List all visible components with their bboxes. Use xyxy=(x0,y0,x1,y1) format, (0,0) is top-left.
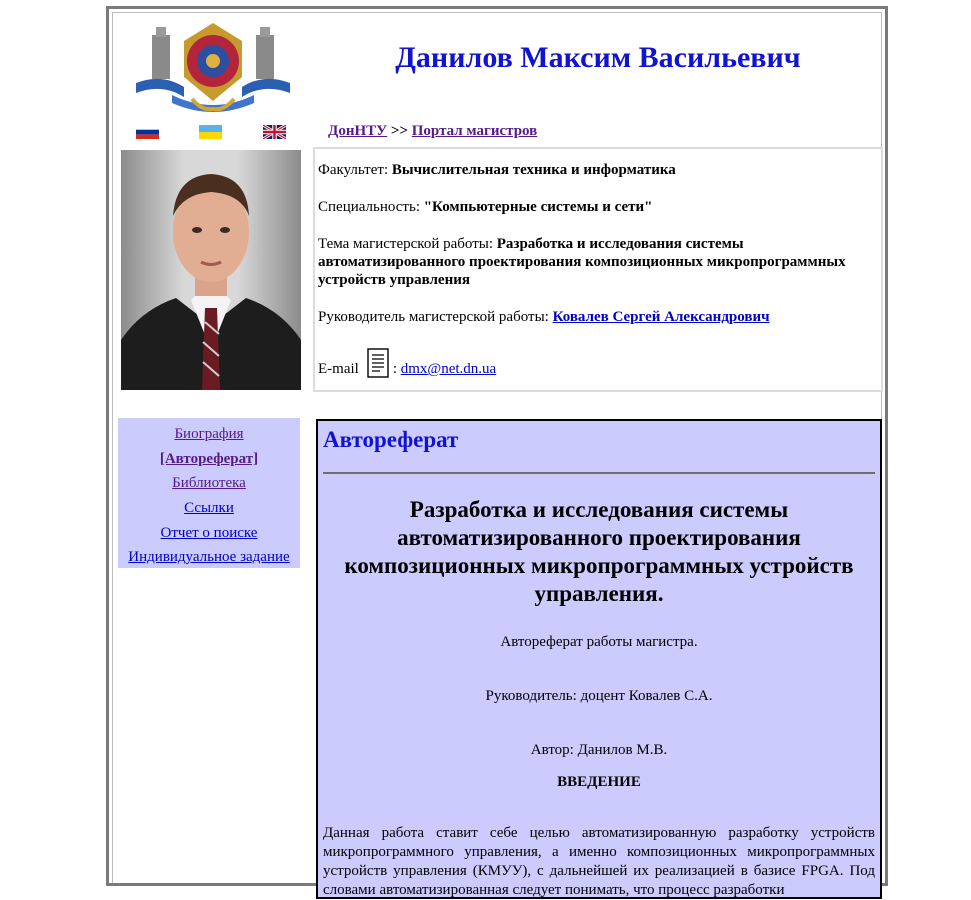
abstract-title: Разработка и исследования системы автома… xyxy=(344,497,854,606)
abstract-supervisor: Руководитель: доцент Ковалев С.А. xyxy=(485,688,713,704)
supervisor-link[interactable]: Ковалев Сергей Александрович xyxy=(553,309,770,325)
abstract-heading: Автореферат xyxy=(323,427,459,452)
specialty-value: "Компьютерные системы и сети" xyxy=(423,199,653,215)
sidebar-nav: Биография [Автореферат] Библиотека Ссылк… xyxy=(118,418,300,568)
nav-biography-link[interactable]: Биография xyxy=(174,426,243,442)
abstract-author: Автор: Данилов М.В. xyxy=(530,742,668,758)
page-inner-frame: Данилов Максим Васильевич ДонНТУ >> Порт… xyxy=(112,12,883,899)
abstract-note: Автореферат работы магистра. xyxy=(500,634,698,650)
page-frame: Данилов Максим Васильевич ДонНТУ >> Порт… xyxy=(106,6,888,899)
email-link[interactable]: dmx@net.dn.ua xyxy=(401,360,496,378)
faculty-row: Факультет: Вычислительная техника и инфо… xyxy=(318,161,877,179)
faculty-label: Факультет: xyxy=(318,162,389,178)
thesis-topic-row: Тема магистерской работы: Разработка и и… xyxy=(318,235,877,289)
author-photo xyxy=(121,150,301,390)
nav-search-report-link[interactable]: Отчет о поиске xyxy=(161,525,258,541)
nav-links-link[interactable]: Ссылки xyxy=(184,500,234,516)
email-separator: : xyxy=(392,361,397,377)
ukrainian-flag-icon[interactable] xyxy=(199,125,222,139)
email-row: E-mail : dmx@net.dn.ua xyxy=(318,348,877,378)
faculty-value: Вычислительная техника и информатика xyxy=(391,162,676,178)
breadcrumb: ДонНТУ >> Портал магистров xyxy=(328,123,537,140)
nav-individual-task-link[interactable]: Индивидуальное задание xyxy=(128,549,289,565)
abstract-divider xyxy=(323,472,875,474)
thesis-topic-label: Тема магистерской работы: xyxy=(318,236,493,252)
nav-library-link[interactable]: Библиотека xyxy=(172,475,246,491)
breadcrumb-donntu-link[interactable]: ДонНТУ xyxy=(328,123,387,139)
document-icon xyxy=(367,348,389,378)
email-label: E-mail xyxy=(318,361,359,377)
introduction-text: Данная работа ставит себе целью автомати… xyxy=(323,825,875,898)
russian-flag-icon[interactable] xyxy=(136,125,159,139)
abstract-panel: Автореферат Разработка и исследования си… xyxy=(316,419,882,899)
specialty-label: Специальность: xyxy=(318,199,420,215)
supervisor-row: Руководитель магистерской работы: Ковале… xyxy=(318,308,877,326)
british-flag-icon[interactable] xyxy=(263,125,286,139)
university-emblem-logo xyxy=(136,23,290,112)
supervisor-label: Руководитель магистерской работы: xyxy=(318,309,549,325)
breadcrumb-masters-portal-link[interactable]: Портал магистров xyxy=(412,123,538,139)
page-title: Данилов Максим Васильевич xyxy=(395,41,801,74)
specialty-row: Специальность: "Компьютерные системы и с… xyxy=(318,198,877,216)
introduction-heading: ВВЕДЕНИЕ xyxy=(557,774,641,790)
student-info-box: Факультет: Вычислительная техника и инфо… xyxy=(313,147,883,392)
nav-abstract-link[interactable]: [Автореферат] xyxy=(160,451,258,467)
breadcrumb-separator: >> xyxy=(390,123,409,139)
